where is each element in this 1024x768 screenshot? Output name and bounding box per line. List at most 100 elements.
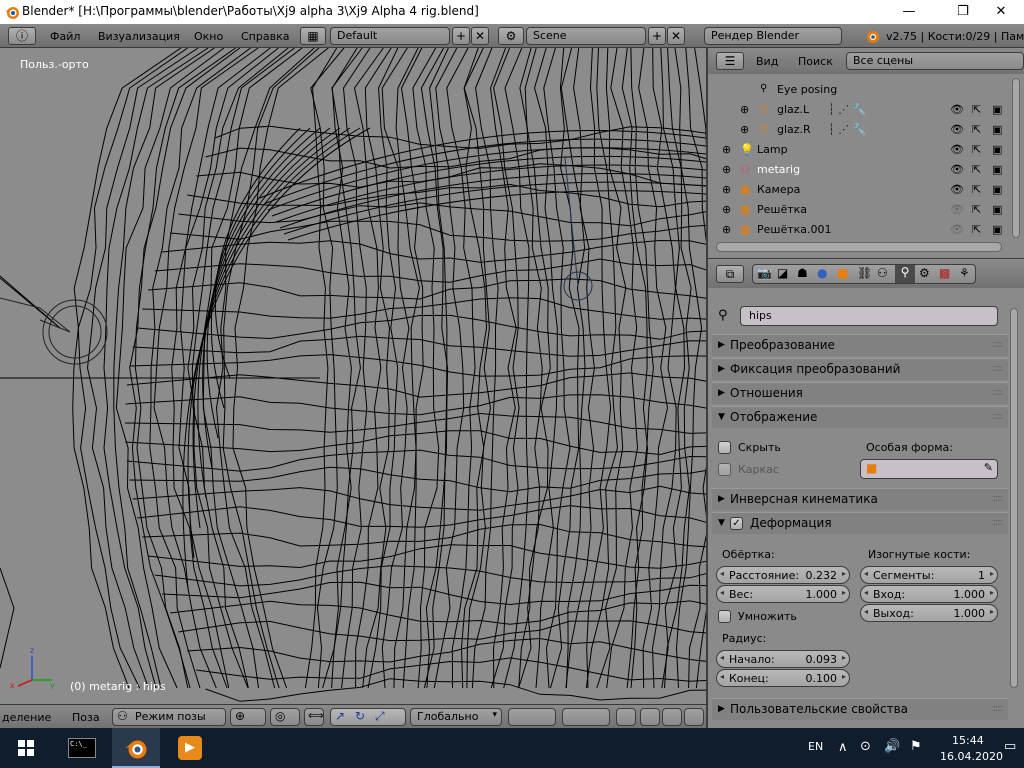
media-player-taskbar-button[interactable]: ▶: [166, 728, 214, 768]
list-item[interactable]: ⊕ ▽ glaz.R ┆ ⋰ 🔧: [708, 120, 1012, 140]
deform-enable-checkbox[interactable]: ✓: [730, 517, 743, 530]
menu-help[interactable]: Справка: [241, 30, 289, 43]
radius-tail-field[interactable]: ◂ Конец: 0.100 ▸: [716, 669, 850, 687]
menu-view[interactable]: Вид: [756, 55, 778, 68]
drag-grip-icon[interactable]: ::::: [993, 703, 1004, 714]
menu-render[interactable]: Визуализация: [98, 30, 180, 43]
bone-name-input[interactable]: hips: [740, 306, 998, 326]
language-indicator[interactable]: EN: [808, 740, 823, 753]
render-camera-icon[interactable]: ▣: [992, 103, 1006, 117]
render-engine-select[interactable]: Рендер Blender: [704, 27, 842, 45]
list-item[interactable]: ⊕ ▦ Решётка: [708, 200, 1012, 220]
render-tab-icon[interactable]: 📷: [757, 266, 772, 280]
drag-grip-icon[interactable]: ::::: [993, 517, 1004, 528]
list-item[interactable]: ⊕ ▦ Решётка.001: [708, 220, 1012, 240]
world-tab-icon[interactable]: ●: [817, 266, 827, 280]
expand-icon[interactable]: ⊕: [722, 143, 731, 156]
panel-deform[interactable]: ▼ ✓ Деформация ::::: [712, 512, 1008, 534]
list-item[interactable]: ⚲ Eye posing: [708, 80, 1012, 100]
envelope-weight-field[interactable]: ◂ Вес: 1.000 ▸: [716, 585, 850, 603]
network-icon[interactable]: ⊙: [860, 739, 871, 754]
render-camera-icon[interactable]: ▣: [992, 223, 1006, 237]
transform-manipulators[interactable]: ↗ ↻ ⤢: [330, 708, 406, 726]
expand-icon[interactable]: ⊕: [740, 123, 749, 136]
vertical-scrollbar[interactable]: [1012, 78, 1020, 238]
render-camera-icon[interactable]: ▣: [992, 123, 1006, 137]
context-tabs[interactable]: 📷 ◪ ☗ ● ■ ⛓ ⚇ ⚲ ⚙ ▩ ⚘: [752, 264, 976, 284]
copy-pose-icon[interactable]: [640, 708, 660, 726]
selectable-cursor-icon[interactable]: ⇱: [972, 163, 986, 177]
scale-icon[interactable]: ⤢: [375, 709, 385, 724]
drag-grip-icon[interactable]: ::::: [993, 411, 1004, 422]
viewport-shading-icon[interactable]: ⊕: [230, 708, 266, 726]
clock-date[interactable]: 16.04.2020: [940, 750, 1003, 763]
multiply-checkbox[interactable]: [718, 610, 731, 623]
rotate-icon[interactable]: ↻: [355, 709, 365, 723]
cmd-taskbar-button[interactable]: C:\_: [58, 728, 106, 768]
scene-icon[interactable]: ⚙: [498, 27, 524, 45]
visibility-eye-icon[interactable]: 👁: [950, 163, 964, 177]
custom-shape-field[interactable]: ■ ✎: [860, 459, 998, 479]
3d-viewport[interactable]: Польз.-орто z y x (0) metarig : hips: [0, 48, 706, 704]
bbone-segments-field[interactable]: ◂ Сегменты: 1 ▸: [860, 566, 998, 584]
screen-layout-icon[interactable]: ▦: [300, 27, 326, 45]
remove-scene-button[interactable]: ✕: [667, 27, 685, 45]
paste-pose-icon[interactable]: [662, 708, 682, 726]
menu-select[interactable]: деление: [2, 711, 51, 724]
render-layers-tab-icon[interactable]: ◪: [777, 266, 788, 280]
menu-window[interactable]: Окно: [194, 30, 223, 43]
editor-type-properties-icon[interactable]: ⧉: [716, 265, 744, 283]
add-scene-button[interactable]: +: [648, 27, 666, 45]
start-button[interactable]: [0, 728, 48, 768]
expand-icon[interactable]: ⊕: [722, 223, 731, 236]
render-camera-icon[interactable]: ▣: [992, 203, 1006, 217]
manipulator-toggle-icon[interactable]: ⟺: [304, 708, 324, 726]
properties-scrollbar[interactable]: [1010, 308, 1018, 688]
editor-type-outliner-icon[interactable]: ☰: [716, 52, 744, 70]
clock-time[interactable]: 15:44: [952, 734, 984, 747]
expand-icon[interactable]: ⊕: [722, 203, 731, 216]
outliner-display-select[interactable]: Все сцены: [846, 52, 1024, 70]
object-tab-icon[interactable]: ■: [837, 266, 848, 280]
screen-layout-field[interactable]: Default: [330, 27, 450, 45]
scene-tab-icon[interactable]: ☗: [797, 266, 808, 280]
visibility-eye-icon[interactable]: 👁: [950, 183, 964, 197]
outliner-tree[interactable]: ⚲ Eye posing ⊕ ▽ glaz.L ┆ ⋰ 🔧 ⊕ ▽ glaz.R…: [708, 74, 1024, 258]
selectable-cursor-icon[interactable]: ⇱: [972, 203, 986, 217]
bbone-ease-in-field[interactable]: ◂ Вход: 1.000 ▸: [860, 585, 998, 603]
layers-grid-left[interactable]: [508, 708, 556, 726]
expand-icon[interactable]: ⊕: [740, 103, 749, 116]
drag-grip-icon[interactable]: ::::: [993, 363, 1004, 374]
add-layout-button[interactable]: +: [452, 27, 470, 45]
panel-display[interactable]: ▼ Отображение ::::: [712, 406, 1008, 428]
radius-head-field[interactable]: ◂ Начало: 0.093 ▸: [716, 650, 850, 668]
close-button[interactable]: ✕: [978, 0, 1024, 24]
menu-file[interactable]: Файл: [50, 30, 80, 43]
texture-tab-icon[interactable]: ▩: [939, 266, 950, 280]
notifications-icon[interactable]: ▭: [1004, 739, 1016, 754]
visibility-eye-icon[interactable]: 👁: [950, 203, 964, 217]
transform-orientation-select[interactable]: Глобально ▾: [410, 708, 502, 726]
selectable-cursor-icon[interactable]: ⇱: [972, 223, 986, 237]
bone-constraints-tab-icon[interactable]: ⚙: [919, 266, 930, 280]
panel-transform-locks[interactable]: ▶ Фиксация преобразований ::::: [712, 358, 1008, 380]
chevron-up-icon[interactable]: ∧: [838, 740, 848, 755]
envelope-distance-field[interactable]: ◂ Расстояние: 0.232 ▸: [716, 566, 850, 584]
mode-select[interactable]: ⚇ Режим позы: [112, 708, 226, 726]
drag-grip-icon[interactable]: ::::: [993, 339, 1004, 350]
selectable-cursor-icon[interactable]: ⇱: [972, 183, 986, 197]
panel-custom-properties[interactable]: ▶ Пользовательские свойства ::::: [712, 698, 1008, 720]
translate-icon[interactable]: ↗: [335, 709, 345, 723]
eyedropper-icon[interactable]: ✎: [984, 461, 993, 474]
selectable-cursor-icon[interactable]: ⇱: [972, 123, 986, 137]
panel-relations[interactable]: ▶ Отношения ::::: [712, 382, 1008, 404]
render-camera-icon[interactable]: ▣: [992, 183, 1006, 197]
layers-grid-right[interactable]: [562, 708, 610, 726]
pivot-point-icon[interactable]: ◎: [270, 708, 300, 726]
physics-tab-icon[interactable]: ⚘: [959, 266, 970, 280]
visibility-eye-icon[interactable]: 👁: [950, 223, 964, 237]
bbone-ease-out-field[interactable]: ◂ Выход: 1.000 ▸: [860, 604, 998, 622]
lock-layers-icon[interactable]: [616, 708, 636, 726]
editor-type-info-icon[interactable]: ⓘ: [8, 27, 36, 45]
drag-grip-icon[interactable]: ::::: [993, 493, 1004, 504]
